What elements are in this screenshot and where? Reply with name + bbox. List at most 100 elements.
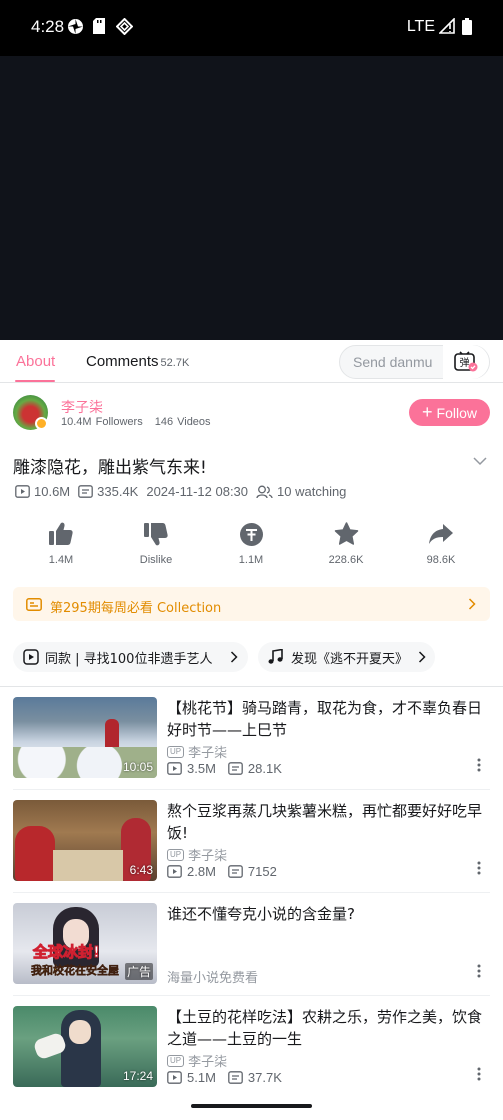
status-bar: 4:28 LTE: [0, 0, 503, 56]
danmaku-count-icon: [228, 762, 243, 775]
video-thumbnail[interactable]: 6:43: [13, 800, 157, 881]
video-stats: 10.6M 335.4K 2024-11-12 08:30 10 watchin…: [15, 484, 354, 499]
more-options-icon[interactable]: [476, 1066, 482, 1082]
related-video-stats: 3.5M 28.1K: [167, 761, 294, 776]
follow-label: Follow: [436, 404, 477, 421]
video-effect-icon: [23, 649, 39, 665]
video-duration: 6:43: [129, 863, 153, 877]
danmaku-count: 335.4K: [97, 484, 139, 499]
danmaku-count-icon: [78, 485, 93, 498]
share-count: 98.6K: [426, 554, 456, 566]
related-view-count: 2.8M: [187, 864, 216, 879]
danmu-input[interactable]: Send danmu 弹: [339, 345, 490, 379]
status-time: 4:28: [31, 17, 65, 36]
like-count: 1.4M: [48, 554, 74, 566]
like-button[interactable]: 1.4M: [13, 520, 109, 566]
related-video-stats: 2.8M 7152: [167, 864, 289, 879]
video-player[interactable]: [0, 56, 503, 340]
play-count-icon: [15, 485, 30, 498]
coin-icon: [239, 522, 263, 546]
collection-banner[interactable]: 第295期每周必看 Collection: [13, 587, 490, 621]
more-options-icon[interactable]: [476, 963, 482, 979]
collection-text: 第295期每周必看 Collection: [50, 601, 222, 616]
related-video[interactable]: 6:43 熬个豆浆再蒸几块紫薯米糕，再忙都要好好吃早饭! UP 李子柒 2.8M …: [0, 790, 503, 893]
chevron-right-icon: [468, 598, 476, 610]
up-badge: UP: [167, 1054, 185, 1067]
more-options-icon[interactable]: [476, 860, 482, 876]
danmaku-count-icon: [228, 865, 243, 878]
view-count: 10.6M: [34, 484, 71, 499]
tab-comments-label: Comments: [86, 353, 159, 370]
related-video-author: UP 李子柒: [167, 742, 227, 761]
verified-badge-icon: [35, 417, 48, 430]
tag-craft[interactable]: 同款 | 寻找100位非遗手艺人: [13, 642, 248, 672]
sd-card-icon: [93, 18, 105, 34]
danmu-settings-button[interactable]: 弹: [443, 345, 489, 379]
play-count-icon: [167, 865, 182, 878]
danmu-placeholder: Send danmu: [353, 354, 433, 370]
video-thumbnail[interactable]: 10:05: [13, 697, 157, 778]
music-note-icon: [268, 649, 283, 664]
dislike-label: Dislike: [139, 554, 173, 566]
uploader-name[interactable]: 李子柒: [61, 397, 103, 417]
pinwheel-icon: [68, 19, 83, 34]
follow-button[interactable]: + Follow: [409, 399, 490, 426]
tab-comments[interactable]: Comments 52.7K: [86, 353, 189, 370]
collection-icon: [26, 598, 42, 611]
action-bar: 1.4M Dislike 1.1M 228.6K 98.6K: [0, 520, 503, 570]
related-video-title: 熬个豆浆再蒸几块紫薯米糕，再忙都要好好吃早饭!: [167, 802, 483, 842]
video-thumbnail[interactable]: 17:24: [13, 1006, 157, 1087]
share-button[interactable]: 98.6K: [393, 520, 489, 566]
up-badge: UP: [167, 745, 185, 758]
watching-icon: [256, 485, 273, 498]
related-danmaku-count: 7152: [247, 864, 277, 879]
danmu-glyph: 弹: [460, 356, 470, 369]
ad-thumbnail[interactable]: 全球冰封! 我和校花在安全屋 广告: [13, 903, 157, 984]
related-video-stats: 5.1M 37.7K: [167, 1070, 294, 1085]
ad-thumb-subline: 我和校花在安全屋: [31, 964, 119, 978]
comments-count: 52.7K: [160, 357, 190, 369]
related-view-count: 5.1M: [187, 1070, 216, 1085]
tag-craft-text: 同款 | 寻找100位非遗手艺人: [45, 651, 213, 667]
like-icon: [49, 522, 73, 545]
favorite-icon: [334, 522, 358, 545]
ad-badge: 广告: [124, 963, 153, 980]
related-video[interactable]: 17:24 【土豆的花样吃法】农耕之乐，劳作之美，饮食之道——土豆的一生 UP 李…: [0, 996, 503, 1099]
related-video-title: 【桃花节】骑马踏青，取花为食，才不辜负春日好时节——上巳节: [167, 699, 483, 739]
related-video-author-name: 李子柒: [188, 1055, 228, 1070]
favorite-count: 228.6K: [328, 554, 364, 566]
uploader-row: 李子柒 10.4M Followers 146 Videos + Follow: [0, 392, 503, 436]
related-video-author-name: 李子柒: [188, 849, 228, 864]
more-options-icon[interactable]: [476, 757, 482, 773]
video-duration: 17:24: [122, 1069, 153, 1083]
favorite-button[interactable]: 228.6K: [298, 520, 394, 566]
chevron-right-icon: [230, 651, 238, 663]
vpn-icon: [116, 18, 133, 35]
video-count: 146 Videos: [154, 416, 211, 428]
video-duration: 10:05: [122, 760, 153, 774]
chevron-right-icon: [418, 651, 426, 663]
tag-music[interactable]: 发现《逃不开夏天》: [258, 642, 435, 672]
ad-source: 海量小说免费看: [167, 971, 259, 986]
related-video-title: 【土豆的花样吃法】农耕之乐，劳作之美，饮食之道——土豆的一生: [167, 1008, 483, 1048]
related-danmaku-count: 28.1K: [247, 761, 282, 776]
tab-about[interactable]: About: [16, 353, 55, 370]
coin-count: 1.1M: [238, 554, 264, 566]
coin-button[interactable]: 1.1M: [203, 520, 299, 566]
network-type: LTE: [406, 18, 435, 35]
dislike-icon: [144, 523, 168, 546]
related-video[interactable]: 10:05 【桃花节】骑马踏青，取花为食，才不辜负春日好时节——上巳节 UP 李子…: [0, 687, 503, 790]
expand-chevron-icon[interactable]: [472, 455, 488, 467]
plus-icon: +: [422, 401, 433, 422]
watching-count: 10 watching: [277, 484, 347, 499]
play-count-icon: [167, 1071, 182, 1084]
related-video-author: UP 李子柒: [167, 1051, 227, 1070]
home-indicator[interactable]: [191, 1104, 312, 1108]
active-tab-indicator: [15, 380, 55, 382]
tag-music-text: 发现《逃不开夏天》: [291, 651, 409, 667]
ad-item[interactable]: 全球冰封! 我和校花在安全屋 广告 谁还不懂夸克小说的含金量? 海量小说免费看: [0, 893, 503, 996]
follower-count: 10.4M Followers: [61, 416, 143, 428]
ad-title: 谁还不懂夸克小说的含金量?: [167, 905, 355, 923]
related-video-author: UP 李子柒: [167, 845, 227, 864]
dislike-button[interactable]: Dislike: [108, 520, 204, 566]
